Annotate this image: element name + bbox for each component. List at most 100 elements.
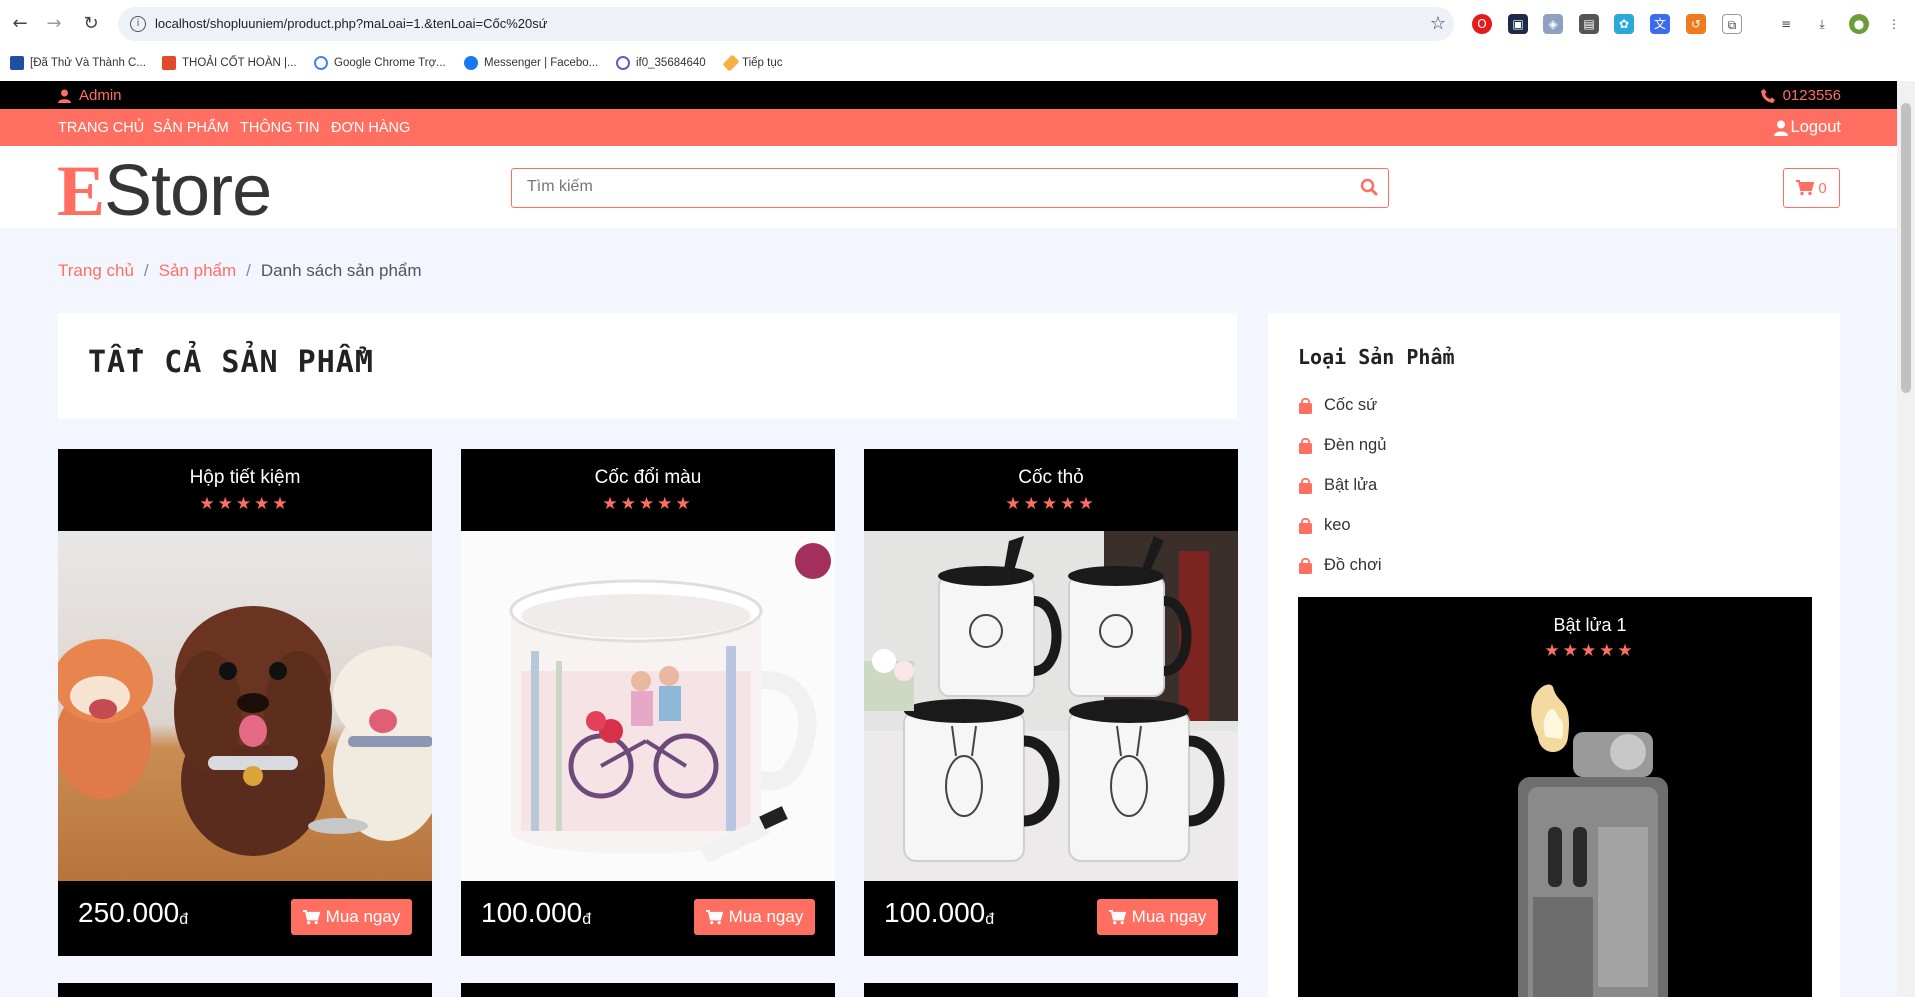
- category-item[interactable]: Bật lửa: [1298, 476, 1377, 495]
- page-title: TẤT CẢ SẢN PHẨM: [88, 345, 374, 380]
- product-name[interactable]: Cốc đổi màu: [461, 467, 835, 489]
- search-box: [511, 168, 1389, 208]
- breadcrumb-separator: /: [246, 261, 251, 280]
- product-image[interactable]: [461, 531, 835, 881]
- bookmark-item[interactable]: if0_35684640: [616, 56, 706, 70]
- product-name[interactable]: Cốc thỏ: [864, 467, 1238, 489]
- product-image[interactable]: [1478, 677, 1698, 997]
- sidebar-title: Loại Sản Phẩm: [1298, 345, 1455, 369]
- menu-kebab-icon[interactable]: ⋮: [1884, 14, 1904, 34]
- reload-icon[interactable]: ↻: [79, 12, 103, 36]
- buy-now-button[interactable]: Mua ngay: [1097, 899, 1218, 935]
- category-item[interactable]: keo: [1298, 516, 1351, 535]
- page-scrollbar[interactable]: [1897, 81, 1915, 997]
- bookmark-item[interactable]: Google Chrome Trợ...: [314, 56, 446, 70]
- bookmark-star-icon[interactable]: ☆: [1430, 13, 1446, 34]
- bookmark-item[interactable]: [Đã Thử Và Thành C...: [10, 56, 146, 70]
- download-icon[interactable]: ⤓: [1812, 14, 1832, 34]
- category-item[interactable]: Đồ chơi: [1298, 556, 1382, 575]
- breadcrumb-home[interactable]: Trang chủ: [58, 261, 134, 281]
- site-info-icon[interactable]: i: [130, 16, 146, 32]
- cart-icon: [1796, 180, 1815, 196]
- rating-stars: ★★★★★: [199, 494, 291, 514]
- bookmarks-bar: [Đã Thử Và Thành C... THOẢI CỐT HOÀN |..…: [0, 47, 1915, 81]
- shopping-bag-icon: [1299, 437, 1312, 454]
- extension-icon[interactable]: ▣: [1508, 14, 1528, 34]
- extension-icon[interactable]: ↺: [1686, 14, 1706, 34]
- category-item[interactable]: Đèn ngủ: [1298, 436, 1386, 455]
- estore-logo[interactable]: EStore: [57, 152, 272, 230]
- main-nav: TRANG CHỦ SẢN PHẨM THÔNG TIN ĐƠN HÀNG Lo…: [0, 109, 1897, 146]
- cart-button[interactable]: 0: [1783, 168, 1840, 208]
- profile-avatar[interactable]: ●: [1849, 14, 1869, 34]
- cart-icon: [1108, 909, 1126, 924]
- product-card[interactable]: Hộp tiết kiệm ★★★★★ 250.000đ Mua ngay: [58, 449, 432, 956]
- translate-extension-icon[interactable]: 文: [1650, 14, 1670, 34]
- admin-link[interactable]: Admin: [58, 87, 122, 104]
- shopping-bag-icon: [1299, 477, 1312, 494]
- scrollbar-thumb[interactable]: [1901, 103, 1911, 393]
- rating-stars: ★★★★★: [1005, 494, 1097, 514]
- shopping-bag-icon: [1299, 557, 1312, 574]
- product-price: 100.000đ: [481, 897, 592, 928]
- buy-now-button[interactable]: Mua ngay: [694, 899, 815, 935]
- extensions-puzzle-icon[interactable]: ⧉: [1722, 14, 1742, 34]
- product-price: 250.000đ: [78, 897, 189, 928]
- opera-extension-icon[interactable]: O: [1472, 14, 1492, 34]
- top-info-bar: Admin 0123556: [0, 81, 1897, 109]
- phone-contact: 0123556: [1760, 87, 1841, 104]
- phone-number: 0123556: [1782, 87, 1841, 104]
- browser-toolbar: ← → ↻ i localhost/shopluuniem/product.ph…: [0, 0, 1915, 47]
- product-card[interactable]: [461, 983, 835, 997]
- back-icon[interactable]: ←: [8, 12, 32, 36]
- media-icon[interactable]: ≡: [1776, 14, 1796, 34]
- featured-product-card[interactable]: Bật lửa 1 ★★★★★: [1298, 597, 1812, 997]
- webpage: Admin 0123556 TRANG CHỦ SẢN PHẨM THÔNG T…: [0, 81, 1897, 997]
- extension-icon[interactable]: ▤: [1579, 14, 1599, 34]
- product-card[interactable]: Cốc thỏ ★★★★★ 100.000đ Mua ngay: [864, 449, 1238, 956]
- bookmark-item[interactable]: Tiếp tục: [722, 54, 782, 72]
- breadcrumb-products[interactable]: Sản phẩm: [159, 261, 237, 281]
- user-icon: [1773, 120, 1788, 136]
- category-sidebar: Loại Sản Phẩm Cốc sứ Đèn ngủ Bật lửa keo…: [1268, 313, 1840, 997]
- logout-link[interactable]: Logout: [1773, 118, 1841, 137]
- rating-stars: ★★★★★: [1544, 641, 1636, 661]
- bookmark-item[interactable]: THOẢI CỐT HOÀN |...: [162, 56, 297, 70]
- cart-count: 0: [1818, 179, 1827, 197]
- url-text[interactable]: localhost/shopluuniem/product.php?maLoai…: [155, 16, 547, 31]
- section-title-box: TẤT CẢ SẢN PHẨM: [58, 313, 1237, 419]
- extension-icon[interactable]: ✿: [1614, 14, 1634, 34]
- search-icon[interactable]: [1360, 178, 1378, 196]
- nav-products[interactable]: SẢN PHẨM: [153, 120, 229, 136]
- breadcrumb-current: Danh sách sản phẩm: [260, 261, 422, 280]
- shield-extension-icon[interactable]: ◈: [1543, 14, 1563, 34]
- product-card[interactable]: [864, 983, 1238, 997]
- rating-stars: ★★★★★: [602, 494, 694, 514]
- shopping-bag-icon: [1299, 517, 1312, 534]
- breadcrumb: Trang chủ / Sản phẩm / Danh sách sản phẩ…: [58, 261, 422, 281]
- product-name[interactable]: Hộp tiết kiệm: [58, 467, 432, 489]
- search-input[interactable]: [512, 169, 1332, 205]
- site-header: EStore 0: [0, 146, 1897, 230]
- admin-label: Admin: [79, 87, 122, 104]
- address-bar[interactable]: i localhost/shopluuniem/product.php?maLo…: [118, 7, 1454, 41]
- breadcrumb-separator: /: [143, 261, 149, 280]
- cart-icon: [705, 909, 723, 924]
- forward-icon[interactable]: →: [42, 12, 66, 36]
- nav-info[interactable]: THÔNG TIN: [240, 120, 319, 136]
- nav-orders[interactable]: ĐƠN HÀNG: [331, 120, 410, 136]
- product-image[interactable]: [58, 531, 432, 881]
- cart-icon: [302, 909, 320, 924]
- product-card[interactable]: Cốc đổi màu ★★★★★ 100.000đ Mua ngay: [461, 449, 835, 956]
- category-item[interactable]: Cốc sứ: [1298, 396, 1377, 415]
- product-card[interactable]: [58, 983, 432, 997]
- shopping-bag-icon: [1299, 397, 1312, 414]
- logout-label: Logout: [1790, 118, 1841, 136]
- buy-now-button[interactable]: Mua ngay: [291, 899, 412, 935]
- featured-product-name[interactable]: Bật lửa 1: [1298, 615, 1812, 636]
- product-price: 100.000đ: [884, 897, 995, 928]
- phone-icon: [1760, 88, 1775, 103]
- product-image[interactable]: [864, 531, 1238, 881]
- nav-home[interactable]: TRANG CHỦ: [58, 120, 144, 136]
- bookmark-item[interactable]: Messenger | Facebo...: [464, 56, 598, 70]
